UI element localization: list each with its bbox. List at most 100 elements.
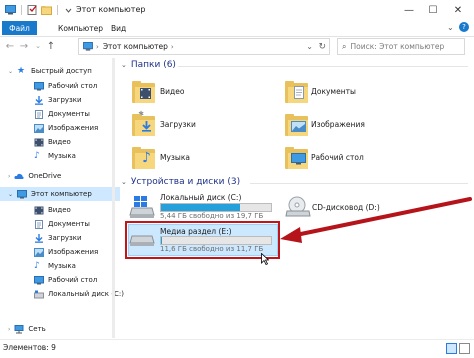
computer-icon	[83, 42, 93, 51]
tab-computer[interactable]: Компьютер	[58, 21, 103, 35]
chevron-right-icon[interactable]: ›	[8, 326, 10, 333]
ribbon-expand-icon[interactable]: ⌄	[447, 23, 454, 32]
downloads-icon	[35, 233, 43, 243]
forward-icon[interactable]: →	[17, 39, 31, 53]
chevron-down-icon[interactable]: ⌄	[121, 178, 127, 186]
pictures-folder-icon	[285, 114, 308, 136]
downloads-folder-icon	[132, 114, 155, 136]
navigation-pane: ⌄ ★ Быстрый доступ Рабочий стол ✱ Загруз…	[0, 58, 144, 338]
sidebar-item-label: Сеть	[28, 325, 46, 333]
toolbar-separator	[57, 5, 58, 15]
chevron-down-icon[interactable]: ⌄	[8, 191, 13, 198]
windows-drive-icon	[129, 196, 155, 218]
chevron-down-icon[interactable]: ⌄	[121, 61, 127, 69]
desktop-icon	[34, 81, 44, 90]
sidebar-item-label: Изображения	[48, 124, 99, 132]
folder-label: Загрузки	[160, 120, 196, 129]
folder-desktop[interactable]: Рабочий стол	[283, 143, 433, 173]
annotation-arrow	[280, 197, 472, 243]
breadcrumb-separator-icon: ›	[170, 42, 174, 51]
network-icon	[14, 324, 24, 333]
folder-documents[interactable]: Документы	[283, 77, 433, 107]
sidebar-item-label: Загрузки	[48, 234, 82, 242]
folder-music[interactable]: ♪ Музыка	[130, 143, 280, 173]
search-placeholder: Поиск: Этот компьютер	[350, 42, 445, 51]
details-view-icon[interactable]	[446, 343, 457, 354]
video-icon	[34, 206, 44, 214]
sidebar-item-video[interactable]: Видео	[0, 135, 146, 149]
sidebar-item-music[interactable]: ♪ Музыка	[0, 149, 146, 163]
sidebar-scrollbar[interactable]	[112, 58, 115, 338]
sidebar-item-quick-access[interactable]: ⌄ ★ Быстрый доступ	[0, 64, 120, 78]
items-count: Элементов: 9	[3, 343, 56, 352]
sidebar-item-downloads[interactable]: Загрузки ✱	[0, 93, 146, 107]
sidebar-item-label: Видео	[48, 206, 71, 214]
quick-access-toolbar	[5, 5, 74, 15]
drive-usage-bar	[160, 203, 272, 212]
desktop-folder-icon	[285, 147, 308, 169]
desktop-icon	[34, 275, 44, 284]
video-icon	[34, 138, 44, 146]
minimize-button[interactable]: —	[398, 2, 420, 18]
devices-group-header[interactable]: ⌄ Устройства и диски (3)	[121, 177, 240, 187]
music-icon: ♪	[34, 260, 40, 271]
onedrive-icon	[14, 173, 25, 179]
chevron-down-icon[interactable]: ⌄	[8, 68, 13, 75]
drive-c[interactable]: Локальный диск (C:) 5,44 ГБ свободно из …	[127, 193, 277, 221]
address-bar[interactable]: › Этот компьютер › ⌄ ↻	[78, 38, 330, 55]
window-title: Этот компьютер	[76, 5, 146, 14]
search-input[interactable]: ⌕ Поиск: Этот компьютер	[337, 38, 465, 55]
sidebar-item-label: Рабочий стол	[48, 82, 98, 90]
documents-icon	[35, 219, 43, 229]
folder-pictures[interactable]: Изображения	[283, 110, 433, 140]
tab-file[interactable]: Файл	[2, 21, 37, 35]
folders-group-title: Папки (6)	[130, 60, 176, 70]
address-dropdown-icon[interactable]: ⌄	[306, 42, 313, 51]
folders-group-header[interactable]: ⌄ Папки (6)	[121, 60, 176, 70]
recent-locations-icon[interactable]: ⌄	[31, 39, 45, 53]
group-divider	[178, 66, 468, 67]
sidebar-item-documents[interactable]: Документы ✱	[0, 107, 146, 121]
properties-icon[interactable]	[27, 5, 38, 15]
computer-icon	[17, 189, 28, 198]
maximize-button[interactable]: ☐	[422, 2, 444, 18]
back-icon[interactable]: ←	[3, 39, 17, 53]
close-button[interactable]: ✕	[447, 2, 469, 18]
sidebar-item-network[interactable]: › Сеть	[0, 322, 120, 336]
help-icon[interactable]: ?	[459, 22, 469, 32]
computer-icon	[5, 5, 16, 15]
new-folder-icon[interactable]	[41, 5, 52, 15]
drive-free-space: 5,44 ГБ свободно из 19,7 ГБ	[160, 212, 264, 220]
sidebar-item-this-pc[interactable]: ⌄ Этот компьютер	[0, 187, 120, 201]
sidebar-item-onedrive[interactable]: › OneDrive	[0, 169, 120, 183]
toolbar-separator	[21, 5, 22, 15]
chevron-right-icon[interactable]: ›	[8, 173, 10, 180]
sidebar-item-pc-video[interactable]: Видео	[0, 203, 146, 217]
breadcrumb[interactable]: Этот компьютер	[103, 42, 168, 51]
folder-downloads[interactable]: Загрузки	[130, 110, 280, 140]
tab-view[interactable]: Вид	[111, 21, 126, 35]
customize-dropdown-icon[interactable]	[63, 5, 74, 15]
video-folder-icon	[132, 81, 155, 103]
sidebar-item-pc-desktop[interactable]: Рабочий стол	[0, 273, 146, 287]
sidebar-item-local-disk[interactable]: Локальный диск (C:)	[0, 287, 146, 301]
sidebar-item-label: Видео	[48, 138, 71, 146]
documents-icon	[35, 109, 43, 119]
documents-folder-icon	[285, 81, 308, 103]
sidebar-item-pictures[interactable]: Изображения ✱	[0, 121, 146, 135]
downloads-icon	[35, 95, 43, 105]
folder-label: Документы	[311, 87, 356, 96]
drive-usage-fill	[161, 204, 241, 211]
up-icon[interactable]: ↑	[44, 39, 58, 53]
mouse-cursor-icon	[261, 253, 269, 265]
sidebar-item-pc-music[interactable]: ♪ Музыка	[0, 259, 146, 273]
sidebar-item-label: Документы	[48, 110, 90, 118]
sidebar-item-label: Музыка	[48, 152, 76, 160]
sidebar-item-label: Этот компьютер	[31, 190, 92, 198]
large-icons-view-icon[interactable]	[459, 343, 470, 354]
folder-label: Изображения	[311, 120, 365, 129]
refresh-icon[interactable]: ↻	[318, 42, 326, 52]
sidebar-item-desktop[interactable]: Рабочий стол ✱	[0, 79, 146, 93]
folder-video[interactable]: Видео	[130, 77, 280, 107]
status-bar	[0, 339, 474, 358]
